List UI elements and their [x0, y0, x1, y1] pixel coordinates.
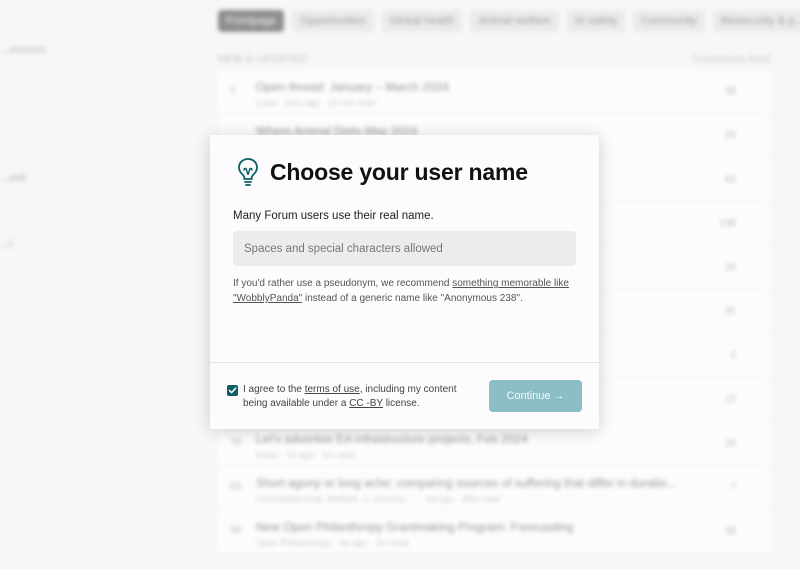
terms-text: license.	[382, 397, 420, 409]
terms-label: I agree to the terms of use, including m…	[243, 383, 483, 410]
lightbulb-icon	[237, 157, 259, 187]
continue-button[interactable]: Continue →	[489, 380, 582, 412]
hint-text: instead of a generic name like "Anonymou…	[302, 293, 523, 304]
dialog-intro: Many Forum users use their real name.	[233, 210, 434, 222]
dialog-header: Choose your user name	[237, 157, 528, 187]
terms-agreement: I agree to the terms of use, including m…	[227, 383, 483, 410]
pseudonym-hint: If you'd rather use a pseudonym, we reco…	[233, 276, 578, 306]
dialog-title: Choose your user name	[270, 158, 528, 185]
check-icon	[228, 387, 237, 394]
dialog-divider	[210, 362, 599, 363]
terms-text: I agree to the	[243, 384, 305, 395]
username-input[interactable]	[233, 231, 576, 266]
cc-by-license-link[interactable]: CC -BY	[349, 398, 383, 409]
terms-checkbox[interactable]	[227, 385, 238, 396]
username-dialog: Choose your user name Many Forum users u…	[210, 135, 599, 429]
hint-text: If you'd rather use a pseudonym, we reco…	[233, 278, 453, 289]
terms-of-use-link[interactable]: terms of use	[305, 384, 360, 395]
